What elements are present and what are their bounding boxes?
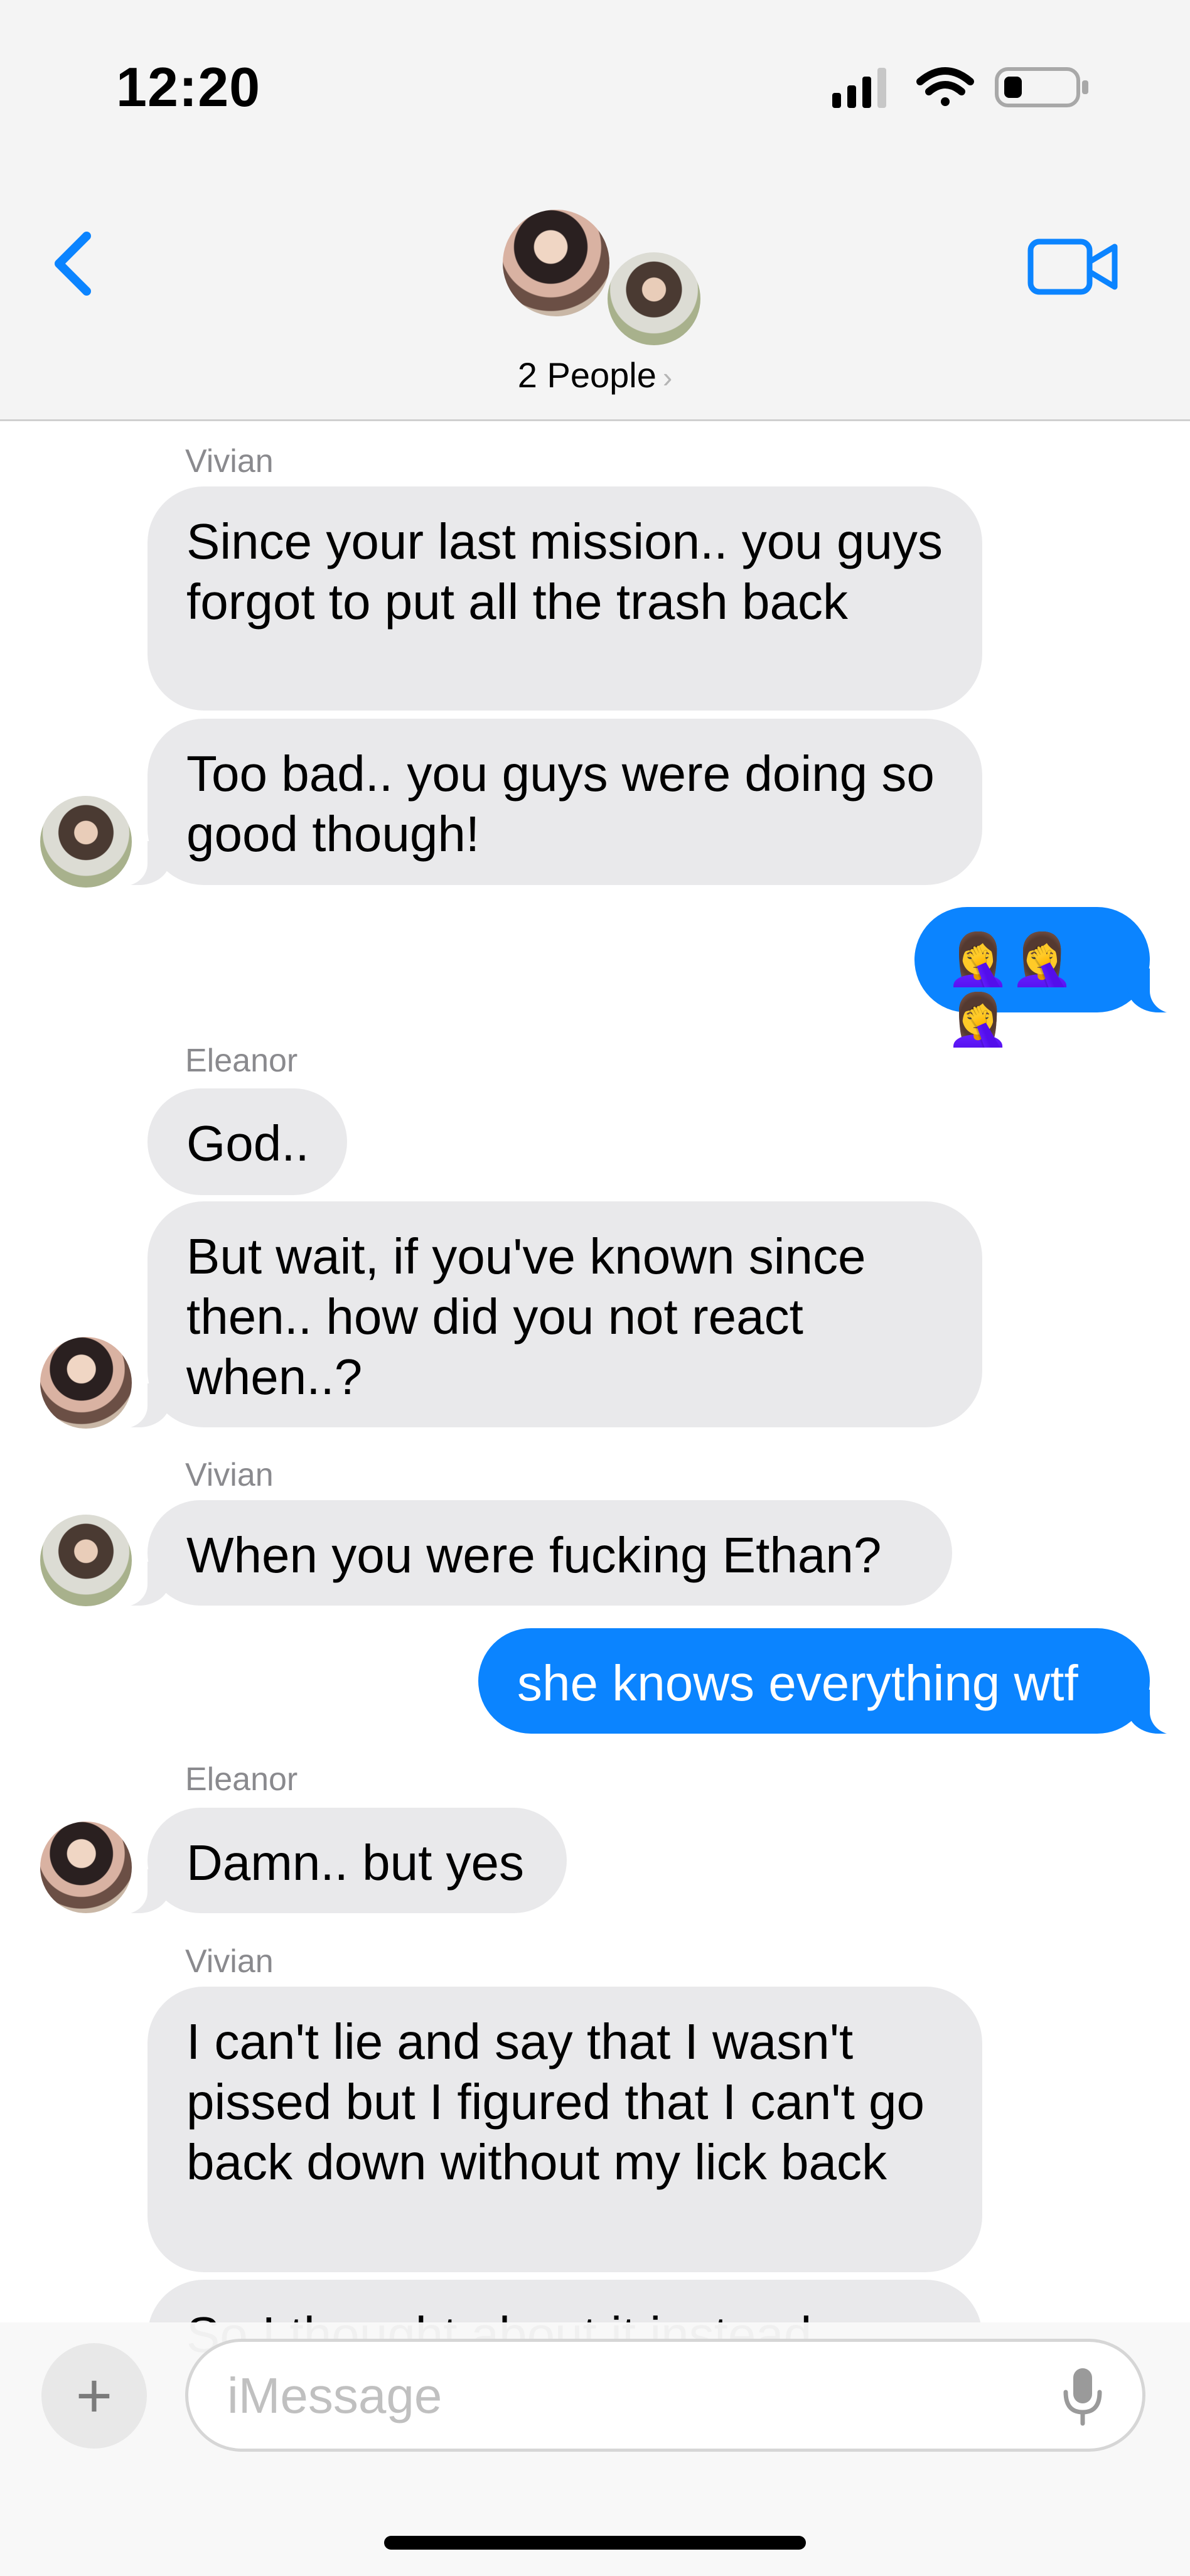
- avatar-vivian[interactable]: [40, 796, 132, 888]
- status-icons: [832, 63, 1102, 113]
- dictation-button[interactable]: [1061, 2364, 1105, 2427]
- home-indicator[interactable]: [384, 2536, 806, 2550]
- avatar-eleanor[interactable]: [40, 1337, 132, 1429]
- message-bubble-incoming[interactable]: Too bad.. you guys were doing so good th…: [107, 719, 982, 886]
- status-time: 12:20: [116, 56, 261, 118]
- wifi-icon: [916, 67, 974, 106]
- group-label: 2 People: [517, 355, 657, 395]
- group-avatar-vivian[interactable]: [604, 249, 704, 349]
- sender-name: Vivian: [185, 443, 274, 480]
- messages-screen: 12:20 2 People › Vivian Since your last …: [0, 0, 1190, 2576]
- cellular-signal-icon: [832, 68, 886, 108]
- video-camera-icon: [1027, 239, 1118, 295]
- sender-name: Eleanor: [185, 1761, 298, 1798]
- avatar-eleanor[interactable]: [40, 1822, 132, 1913]
- message-bubble-incoming[interactable]: God..: [147, 1088, 347, 1195]
- message-input[interactable]: [226, 2361, 1013, 2431]
- microphone-icon: [1063, 2368, 1102, 2426]
- message-bubble-incoming[interactable]: Damn.. but yes: [107, 1808, 567, 1914]
- back-button[interactable]: [45, 226, 102, 301]
- message-input-container[interactable]: [185, 2339, 1145, 2452]
- message-bubble-incoming[interactable]: I can't lie and say that I wasn't pissed…: [147, 1987, 982, 2272]
- chevron-left-icon: [55, 232, 91, 296]
- sender-name: Vivian: [185, 1943, 274, 1980]
- chevron-right-icon: ›: [662, 361, 673, 394]
- message-bubble-incoming[interactable]: Since your last mission.. you guys forgo…: [147, 486, 982, 711]
- message-bubble-incoming[interactable]: When you were fucking Ethan?: [107, 1500, 952, 1607]
- facetime-video-button[interactable]: [1027, 235, 1121, 298]
- message-bubble-outgoing[interactable]: she knows everything wtf: [478, 1628, 1190, 1735]
- sender-name: Vivian: [185, 1457, 274, 1493]
- avatar-vivian[interactable]: [40, 1515, 132, 1606]
- group-avatar-eleanor[interactable]: [499, 206, 613, 320]
- add-attachment-button[interactable]: +: [41, 2343, 147, 2449]
- battery-low-icon: [995, 67, 1088, 107]
- conversation-header: 12:20 2 People ›: [0, 0, 1190, 421]
- group-info-button[interactable]: 2 People ›: [0, 355, 1190, 395]
- sender-name: Eleanor: [185, 1043, 298, 1079]
- message-bubble-incoming[interactable]: But wait, if you've known since then.. h…: [107, 1201, 982, 1429]
- message-bubble-outgoing[interactable]: 🤦‍♀️🤦‍♀️🤦‍♀️: [914, 907, 1190, 1048]
